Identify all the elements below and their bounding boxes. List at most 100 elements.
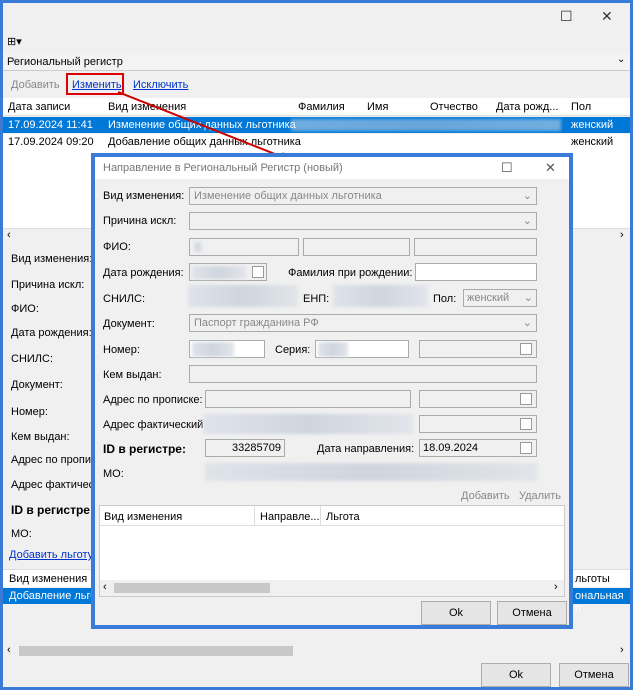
dialog-cancel-button[interactable]: Отмена xyxy=(497,601,567,625)
col-name[interactable]: Имя xyxy=(367,98,388,116)
label-snils: СНИЛС: xyxy=(11,353,54,365)
col-sex[interactable]: Пол xyxy=(571,98,591,116)
label-birth-surname: Фамилия при рождении: xyxy=(288,267,413,279)
scroll-thumb[interactable] xyxy=(19,646,293,656)
surname-field[interactable] xyxy=(189,238,299,256)
close-icon[interactable]: ✕ xyxy=(545,160,556,176)
label-document: Документ: xyxy=(11,379,63,391)
label-change-type: Вид изменения: xyxy=(11,253,93,265)
issue-date-field[interactable] xyxy=(419,340,537,358)
scroll-thumb[interactable] xyxy=(114,583,270,593)
redacted xyxy=(318,342,348,357)
row-bottom-benefit: ональная п xyxy=(575,590,624,614)
col-date[interactable]: Дата записи xyxy=(8,98,70,116)
change-type-select[interactable]: Изменение общих данных льготника ⌄ xyxy=(189,187,537,205)
mo-select[interactable] xyxy=(205,463,537,481)
group-header: Региональный регистр ⌄ xyxy=(3,53,630,71)
label-snils: СНИЛС: xyxy=(103,293,146,305)
records-grid-header: Дата записи Вид изменения Фамилия Имя От… xyxy=(3,98,630,116)
benefits-grid-header: Вид изменения Направле... Льгота xyxy=(100,506,564,526)
row-sex: женский xyxy=(571,136,614,148)
name-field[interactable] xyxy=(303,238,410,256)
label-series: Серия: xyxy=(275,344,311,356)
row-sex: женский xyxy=(571,119,614,131)
birth-date-field[interactable] xyxy=(189,263,267,281)
label-direction-date: Дата направления: xyxy=(317,443,415,455)
calendar-icon[interactable] xyxy=(520,442,532,454)
redacted xyxy=(194,242,202,252)
actual-address-field[interactable] xyxy=(203,414,413,434)
label-exclusion-reason: Причина искл: xyxy=(103,215,177,227)
reg-address-field[interactable] xyxy=(205,390,411,408)
label-enp: ЕНП: xyxy=(303,293,330,305)
label-number: Номер: xyxy=(103,344,140,356)
grid-dropdown-icon[interactable]: ⊞▾ xyxy=(7,35,22,48)
ok-button[interactable]: Ok xyxy=(481,663,551,687)
col-bottom-benefit[interactable]: льготы xyxy=(575,573,610,585)
scroll-right-icon[interactable]: › xyxy=(620,644,624,656)
add-benefit-link[interactable]: Добавить льготу xyxy=(9,549,93,561)
col-birthdate[interactable]: Дата рожд... xyxy=(496,98,558,116)
lookup-icon[interactable] xyxy=(520,393,532,405)
add-button[interactable]: Добавить xyxy=(11,79,60,91)
calendar-icon[interactable] xyxy=(252,266,264,278)
label-issued-by: Кем выдан: xyxy=(103,369,162,381)
dialog-titlebar: Направление в Региональный Регистр (новы… xyxy=(95,157,569,179)
col-change[interactable]: Вид изменения xyxy=(108,98,186,116)
grid-delete-button[interactable]: Удалить xyxy=(519,490,561,502)
maximize-icon[interactable]: ☐ xyxy=(560,9,573,23)
table-row[interactable]: 17.09.2024 11:41 Изменение общих данных … xyxy=(3,117,630,133)
row-bottom-change: Добавление льго xyxy=(9,590,97,602)
table-row[interactable]: 17.09.2024 09:20 Добавление общих данных… xyxy=(3,134,630,150)
number-field[interactable] xyxy=(189,340,265,358)
sex-select[interactable]: женский ⌄ xyxy=(463,289,537,307)
detail-form: Вид изменения: Причина искл: ФИО: Дата р… xyxy=(11,252,96,542)
document-select[interactable]: Паспорт гражданина РФ ⌄ xyxy=(189,314,537,332)
edit-button[interactable]: Изменить xyxy=(72,79,122,91)
dialog-ok-button[interactable]: Ok xyxy=(421,601,491,625)
col-benefit[interactable]: Льгота xyxy=(326,511,360,523)
redacted xyxy=(192,266,246,279)
calendar-icon[interactable] xyxy=(520,343,532,355)
patronymic-field[interactable] xyxy=(414,238,537,256)
lookup-icon[interactable] xyxy=(520,418,532,430)
reg-address-extra[interactable] xyxy=(419,390,537,408)
label-registry-id: ID в регистре: xyxy=(11,503,94,517)
main-scrollbar[interactable]: ‹ › xyxy=(3,643,630,659)
dialog-title: Направление в Региональный Регистр (новы… xyxy=(103,162,343,174)
close-icon[interactable]: ✕ xyxy=(601,9,613,23)
col-bottom-change[interactable]: Вид изменения xyxy=(9,573,87,585)
row-change: Изменение общих данных льготника xyxy=(108,119,296,131)
benefits-scrollbar[interactable]: ‹ › xyxy=(100,580,564,596)
grid-add-button[interactable]: Добавить xyxy=(461,490,510,502)
enp-field[interactable] xyxy=(333,285,428,307)
col-direction[interactable]: Направле... xyxy=(260,511,320,523)
registry-id-field[interactable]: 33285709 xyxy=(205,439,285,457)
direction-date-value: 18.09.2024 xyxy=(423,442,479,454)
scroll-left-icon[interactable]: ‹ xyxy=(103,581,107,593)
toolbar: Добавить Изменить Исключить xyxy=(3,73,630,97)
direction-date-field[interactable]: 18.09.2024 xyxy=(419,439,537,457)
label-exclusion: Причина искл: xyxy=(11,279,85,291)
scroll-right-icon[interactable]: › xyxy=(554,581,558,593)
exclusion-reason-select[interactable]: ⌄ xyxy=(189,212,537,230)
col-patronymic[interactable]: Отчество xyxy=(430,98,478,116)
birth-surname-field[interactable] xyxy=(415,263,537,281)
actual-address-extra[interactable] xyxy=(419,415,537,433)
issued-by-field[interactable] xyxy=(189,365,537,383)
group-label: Региональный регистр xyxy=(7,56,123,68)
col-divider xyxy=(320,506,321,526)
scroll-left-icon[interactable]: ‹ xyxy=(7,229,11,241)
scroll-right-icon[interactable]: › xyxy=(620,229,624,241)
maximize-icon[interactable]: ☐ xyxy=(501,160,513,176)
col-change-type[interactable]: Вид изменения xyxy=(104,511,182,523)
registry-direction-dialog: Направление в Региональный Регистр (новы… xyxy=(91,153,573,629)
scroll-left-icon[interactable]: ‹ xyxy=(7,644,11,656)
series-field[interactable] xyxy=(315,340,409,358)
exclude-button[interactable]: Исключить xyxy=(133,79,188,91)
cancel-button[interactable]: Отмена xyxy=(559,663,629,687)
snils-field[interactable] xyxy=(188,285,298,307)
row-date: 17.09.2024 09:20 xyxy=(8,136,94,148)
chevron-down-icon[interactable]: ⌄ xyxy=(617,54,625,65)
col-surname[interactable]: Фамилия xyxy=(298,98,345,116)
